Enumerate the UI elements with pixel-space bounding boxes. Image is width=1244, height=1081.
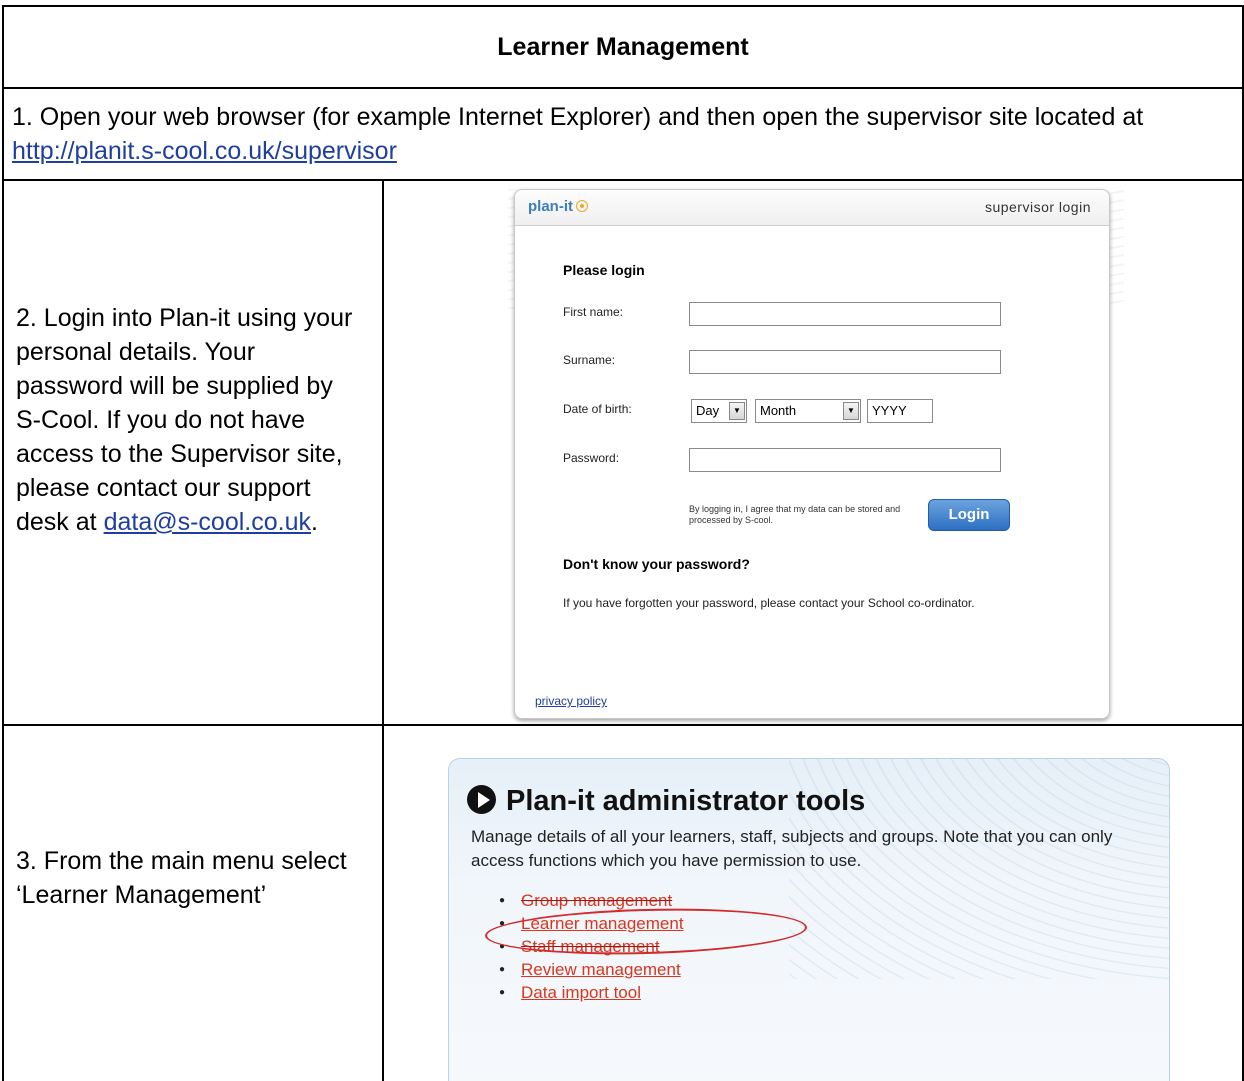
- login-panel: plan-it supervisor login Please login Fi…: [514, 189, 1110, 719]
- dob-label: Date of birth:: [563, 402, 632, 416]
- menu-item-data-import-tool: Data import tool: [499, 981, 684, 1004]
- first-name-label: First name:: [563, 305, 624, 319]
- brand-name: plan-it: [528, 198, 573, 215]
- step2-text: 2. Login into Plan-it using your persona…: [16, 304, 353, 536]
- forgot-heading: Don't know your password?: [563, 556, 750, 572]
- step2-instructions: 2. Login into Plan-it using your persona…: [4, 181, 384, 724]
- play-arrow-icon: [467, 785, 496, 814]
- password-input[interactable]: [689, 448, 1001, 472]
- surname-input[interactable]: [689, 350, 1001, 374]
- menu-item-review-management: Review management: [499, 958, 684, 981]
- step1-text: 1. Open your web browser (for example In…: [12, 103, 1144, 131]
- step3-instructions: 3. From the main menu select ‘Learner Ma…: [4, 726, 384, 1081]
- admin-title: Plan-it administrator tools: [467, 781, 865, 818]
- day-select[interactable]: Day ▼: [691, 399, 747, 423]
- login-screenshot: plan-it supervisor login Please login Fi…: [508, 189, 1124, 719]
- step2-screenshot-cell: plan-it supervisor login Please login Fi…: [384, 181, 1242, 724]
- group-management-link[interactable]: Group management: [521, 891, 672, 910]
- plan-it-logo: plan-it: [528, 198, 588, 215]
- step1-row: 1. Open your web browser (for example In…: [4, 89, 1242, 181]
- first-name-input[interactable]: [689, 302, 1001, 326]
- login-heading: Please login: [563, 262, 645, 278]
- step3-text: 3. From the main menu select ‘Learner Ma…: [16, 847, 347, 909]
- login-header: plan-it supervisor login: [515, 190, 1109, 226]
- instruction-table: Learner Management 1. Open your web brow…: [2, 5, 1244, 1081]
- step3-row: 3. From the main menu select ‘Learner Ma…: [4, 726, 1242, 1081]
- title-row: Learner Management: [4, 7, 1242, 89]
- step2-end: .: [310, 508, 318, 536]
- admin-description: Manage details of all your learners, sta…: [471, 827, 1113, 870]
- year-input[interactable]: YYYY: [867, 399, 933, 423]
- data-import-tool-link[interactable]: Data import tool: [521, 983, 641, 1002]
- step2-row: 2. Login into Plan-it using your persona…: [4, 181, 1242, 726]
- forgot-text: If you have forgotten your password, ple…: [563, 596, 975, 610]
- supervisor-login-label: supervisor login: [984, 199, 1091, 215]
- step3-screenshot-cell: Plan-it administrator tools Manage detai…: [384, 726, 1242, 1081]
- page-title: Learner Management: [497, 32, 749, 61]
- password-label: Password:: [563, 451, 620, 465]
- year-placeholder: YYYY: [872, 403, 907, 418]
- chevron-down-icon: ▼: [729, 402, 745, 420]
- supervisor-link[interactable]: http://planit.s-cool.co.uk/supervisor: [12, 137, 397, 165]
- consent-text: By logging in, I agree that my data can …: [689, 504, 901, 525]
- admin-title-text: Plan-it administrator tools: [506, 785, 866, 817]
- month-value: Month: [760, 403, 797, 418]
- target-icon: [576, 200, 588, 212]
- privacy-policy-link[interactable]: privacy policy: [535, 694, 607, 708]
- day-value: Day: [696, 403, 720, 418]
- support-email-link[interactable]: data@s-cool.co.uk: [104, 508, 311, 536]
- admin-tools-screenshot: Plan-it administrator tools Manage detai…: [448, 758, 1170, 1081]
- review-management-link[interactable]: Review management: [521, 960, 681, 979]
- month-select[interactable]: Month ▼: [755, 399, 861, 423]
- chevron-down-icon: ▼: [843, 402, 859, 420]
- login-button[interactable]: Login: [928, 499, 1010, 531]
- surname-label: Surname:: [563, 353, 616, 367]
